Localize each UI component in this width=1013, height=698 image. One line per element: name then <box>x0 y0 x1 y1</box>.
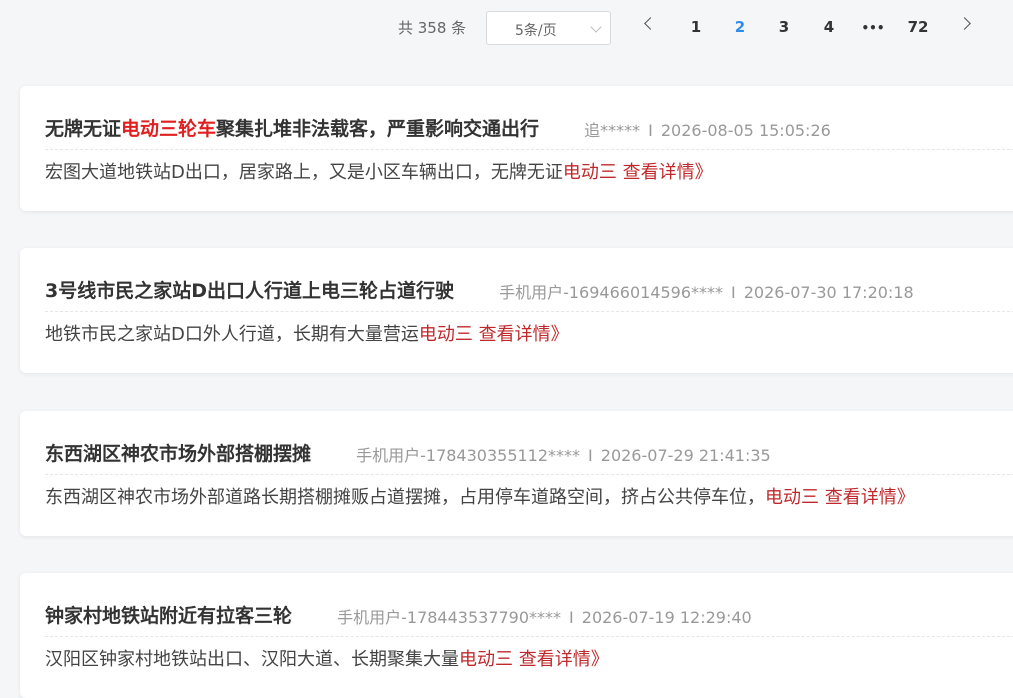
view-details-link[interactable]: 电动三 查看详情》 <box>765 487 915 508</box>
meta-separator: I <box>569 608 574 627</box>
record-summary: 宏图大道地铁站D出口，居家路上，又是小区车辆出口，无牌无证电动三 查看详情》 <box>45 162 713 183</box>
page-size-label: 5条/页 <box>515 23 557 39</box>
page-size-select[interactable]: 5条/页 <box>486 11 611 45</box>
record-time: 2026-07-19 12:29:40 <box>581 608 752 627</box>
record-author: 手机用户-169466014596**** <box>499 283 724 302</box>
record-meta: 追***** I 2026-08-05 15:05:26 <box>584 114 831 141</box>
record-card: 无牌无证电动三轮车聚集扎堆非法载客，严重影响交通出行 追***** I 2026-0… <box>20 86 1013 211</box>
record-meta: 手机用户-169466014596**** I 2026-07-30 17:20:1… <box>499 276 914 303</box>
page-1-button[interactable]: 1 <box>681 18 711 36</box>
record-summary: 东西湖区神农市场外部道路长期搭棚摊贩占道摆摊，占用停车道路空间，挤占公共停车位，… <box>45 487 915 508</box>
record-author: 追***** <box>584 121 641 140</box>
next-page-icon[interactable] <box>958 17 971 30</box>
meta-separator: I <box>588 446 593 465</box>
title-highlight: 电动三轮车 <box>121 118 217 140</box>
meta-separator: I <box>648 121 653 140</box>
record-card: 东西湖区神农市场外部搭棚摆摊 手机用户-178430355112**** I 202… <box>20 411 1013 536</box>
record-header: 无牌无证电动三轮车聚集扎堆非法载客，严重影响交通出行 追***** I 2026-0… <box>45 114 1013 150</box>
record-card: 钟家村地铁站附近有拉客三轮 手机用户-178443537790**** I 2026… <box>20 573 1013 698</box>
record-author: 手机用户-178430355112**** <box>356 446 581 465</box>
page-3-button[interactable]: 3 <box>769 18 799 36</box>
view-details-link[interactable]: 电动三 查看详情》 <box>563 162 713 183</box>
record-author: 手机用户-178443537790**** <box>337 608 562 627</box>
view-details-link[interactable]: 电动三 查看详情》 <box>419 324 569 345</box>
page-4-button[interactable]: 4 <box>814 18 844 36</box>
total-count: 共 358 条 <box>398 19 467 37</box>
page-72-button[interactable]: 72 <box>903 18 933 36</box>
view-details-link[interactable]: 电动三 查看详情》 <box>459 649 609 670</box>
record-title[interactable]: 东西湖区神农市场外部搭棚摆摊 <box>45 439 311 466</box>
record-meta: 手机用户-178443537790**** I 2026-07-19 12:29:4… <box>337 601 752 628</box>
record-title[interactable]: 3号线市民之家站D出口人行道上电三轮占道行驶 <box>45 276 454 303</box>
page-2-button[interactable]: 2 <box>725 18 755 36</box>
record-meta: 手机用户-178430355112**** I 2026-07-29 21:41:3… <box>356 439 771 466</box>
pagination: 共 358 条 5条/页 1 2 3 4 ••• 72 <box>0 0 1013 58</box>
chevron-down-icon <box>590 21 602 33</box>
record-time: 2026-07-29 21:41:35 <box>600 446 771 465</box>
record-title[interactable]: 钟家村地铁站附近有拉客三轮 <box>45 601 292 628</box>
prev-page-icon[interactable] <box>644 17 657 30</box>
record-title[interactable]: 无牌无证电动三轮车聚集扎堆非法载客，严重影响交通出行 <box>45 114 539 141</box>
meta-separator: I <box>731 283 736 302</box>
page-ellipsis[interactable]: ••• <box>858 21 888 35</box>
record-header: 3号线市民之家站D出口人行道上电三轮占道行驶 手机用户-169466014596… <box>45 276 1013 312</box>
record-summary: 汉阳区钟家村地铁站出口、汉阳大道、长期聚集大量电动三 查看详情》 <box>45 649 609 670</box>
record-time: 2026-07-30 17:20:18 <box>743 283 914 302</box>
record-time: 2026-08-05 15:05:26 <box>660 121 831 140</box>
record-summary: 地铁市民之家站D口外人行道，长期有大量营运电动三 查看详情》 <box>45 324 569 345</box>
record-header: 钟家村地铁站附近有拉客三轮 手机用户-178443537790**** I 2026… <box>45 601 1013 637</box>
record-header: 东西湖区神农市场外部搭棚摆摊 手机用户-178430355112**** I 202… <box>45 439 1013 475</box>
record-card: 3号线市民之家站D出口人行道上电三轮占道行驶 手机用户-169466014596… <box>20 248 1013 373</box>
